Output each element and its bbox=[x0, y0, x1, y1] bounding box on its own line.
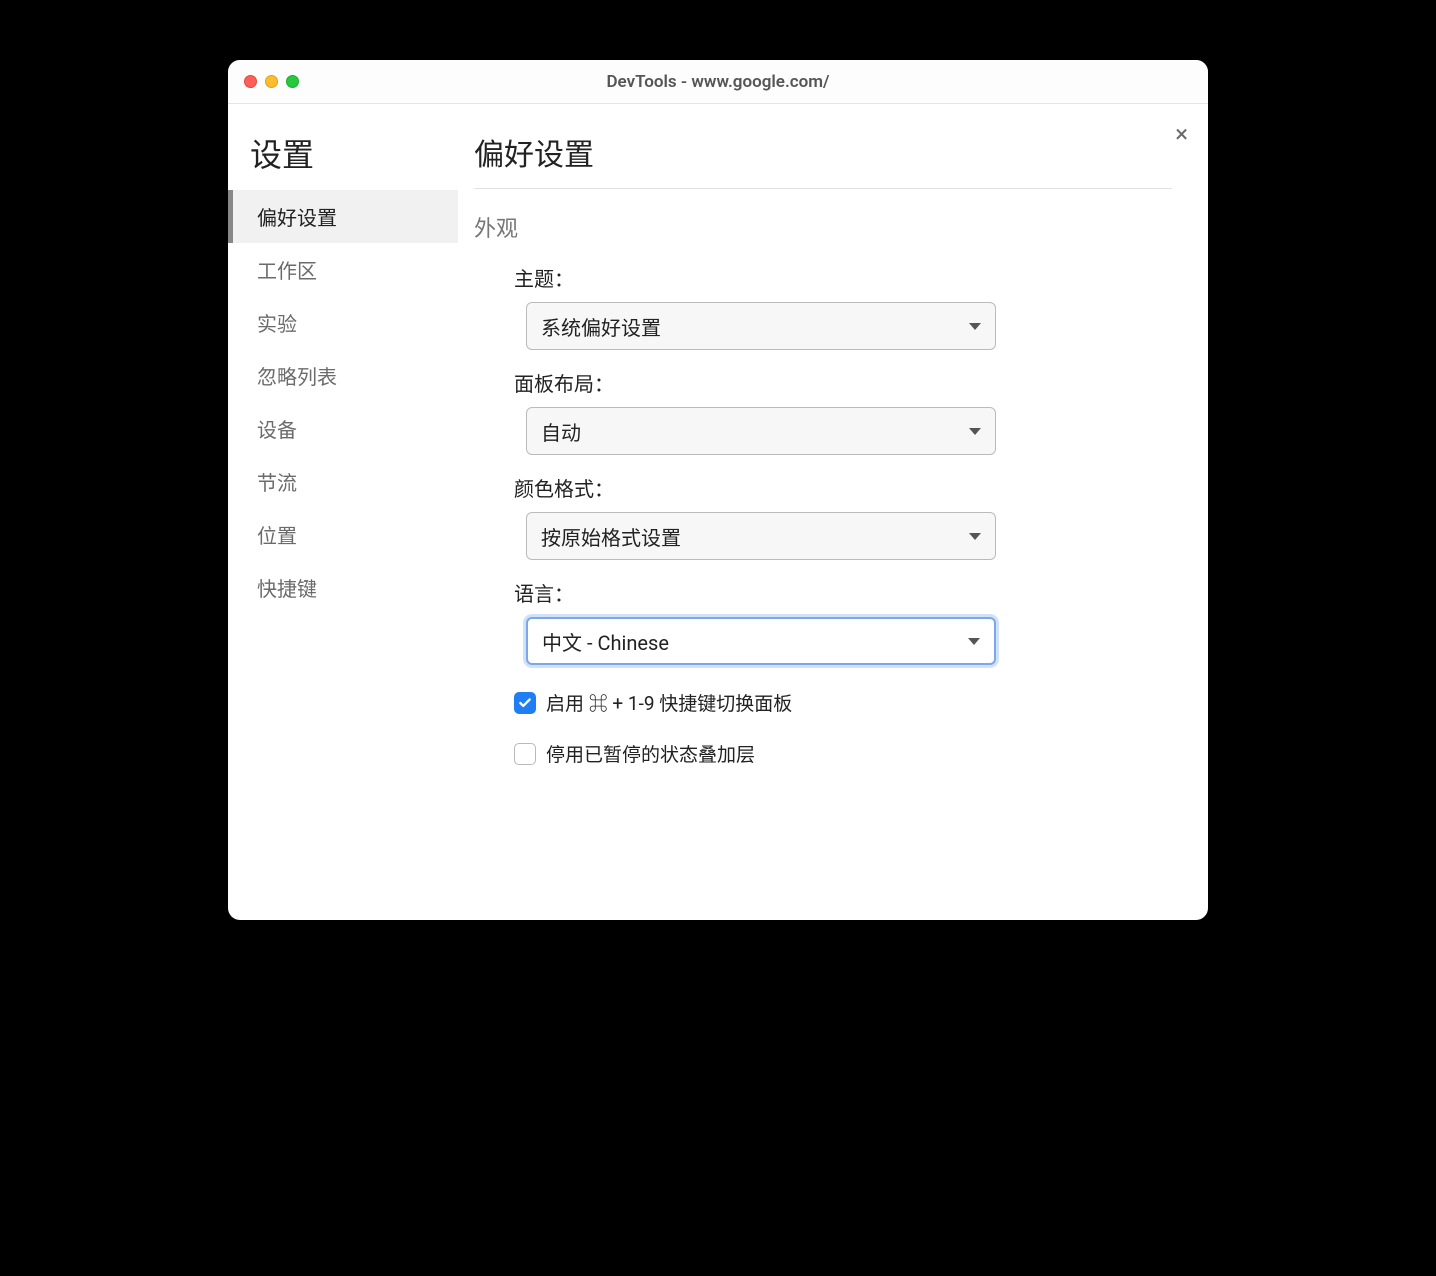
panel-layout-select-value: 自动 bbox=[541, 417, 581, 446]
chevron-down-icon bbox=[969, 533, 981, 540]
field-panel-layout: 面板布局： 自动 bbox=[514, 368, 1172, 455]
page-title: 偏好设置 bbox=[474, 130, 1172, 189]
titlebar: DevTools - www.google.com/ bbox=[228, 60, 1208, 104]
sidebar-item-workspace[interactable]: 工作区 bbox=[228, 243, 458, 296]
chevron-down-icon bbox=[969, 323, 981, 330]
sidebar-item-locations[interactable]: 位置 bbox=[228, 508, 458, 561]
disable-overlay-checkbox[interactable] bbox=[514, 743, 536, 765]
language-label: 语言： bbox=[514, 578, 1172, 607]
chevron-down-icon bbox=[968, 638, 980, 645]
theme-select-value: 系统偏好设置 bbox=[541, 312, 661, 341]
sidebar-item-experiments[interactable]: 实验 bbox=[228, 296, 458, 349]
settings-main: 偏好设置 外观 主题： 系统偏好设置 面板布局： 自动 bbox=[458, 104, 1208, 920]
settings-sidebar: 设置 偏好设置 工作区 实验 忽略列表 设备 节流 位置 快捷键 bbox=[228, 104, 458, 920]
sidebar-item-ignore-list[interactable]: 忽略列表 bbox=[228, 349, 458, 402]
close-window-button[interactable] bbox=[244, 75, 257, 88]
checkbox-row-shortcut: 启用 ⌘ + 1-9 快捷键切换面板 bbox=[514, 689, 1172, 716]
panel-layout-select[interactable]: 自动 bbox=[526, 407, 996, 455]
window-controls bbox=[228, 75, 299, 88]
check-icon bbox=[518, 696, 532, 710]
enable-shortcut-label: 启用 ⌘ + 1-9 快捷键切换面板 bbox=[546, 689, 792, 716]
settings-body: × 设置 偏好设置 工作区 实验 忽略列表 设备 节流 位置 快捷键 偏好设置 … bbox=[228, 104, 1208, 920]
sidebar-item-preferences[interactable]: 偏好设置 bbox=[228, 190, 458, 243]
field-color-format: 颜色格式： 按原始格式设置 bbox=[514, 473, 1172, 560]
maximize-window-button[interactable] bbox=[286, 75, 299, 88]
language-select-value: 中文 - Chinese bbox=[542, 627, 669, 656]
color-format-label: 颜色格式： bbox=[514, 473, 1172, 502]
color-format-select[interactable]: 按原始格式设置 bbox=[526, 512, 996, 560]
sidebar-item-throttling[interactable]: 节流 bbox=[228, 455, 458, 508]
field-theme: 主题： 系统偏好设置 bbox=[514, 263, 1172, 350]
enable-shortcut-checkbox[interactable] bbox=[514, 692, 536, 714]
chevron-down-icon bbox=[969, 428, 981, 435]
theme-select[interactable]: 系统偏好设置 bbox=[526, 302, 996, 350]
appearance-fields: 主题： 系统偏好设置 面板布局： 自动 颜色格式： bbox=[474, 243, 1172, 767]
sidebar-nav: 偏好设置 工作区 实验 忽略列表 设备 节流 位置 快捷键 bbox=[228, 190, 458, 614]
color-format-select-value: 按原始格式设置 bbox=[541, 522, 681, 551]
sidebar-item-devices[interactable]: 设备 bbox=[228, 402, 458, 455]
minimize-window-button[interactable] bbox=[265, 75, 278, 88]
disable-overlay-label: 停用已暂停的状态叠加层 bbox=[546, 740, 755, 767]
field-language: 语言： 中文 - Chinese bbox=[514, 578, 1172, 665]
devtools-settings-window: DevTools - www.google.com/ × 设置 偏好设置 工作区… bbox=[228, 60, 1208, 920]
panel-layout-label: 面板布局： bbox=[514, 368, 1172, 397]
checkbox-row-overlay: 停用已暂停的状态叠加层 bbox=[514, 740, 1172, 767]
close-icon[interactable]: × bbox=[1175, 122, 1188, 146]
section-appearance: 外观 bbox=[474, 211, 1172, 243]
window-title: DevTools - www.google.com/ bbox=[228, 72, 1208, 92]
sidebar-item-shortcuts[interactable]: 快捷键 bbox=[228, 561, 458, 614]
theme-label: 主题： bbox=[514, 263, 1172, 292]
language-select[interactable]: 中文 - Chinese bbox=[526, 617, 996, 665]
sidebar-title: 设置 bbox=[228, 130, 458, 190]
